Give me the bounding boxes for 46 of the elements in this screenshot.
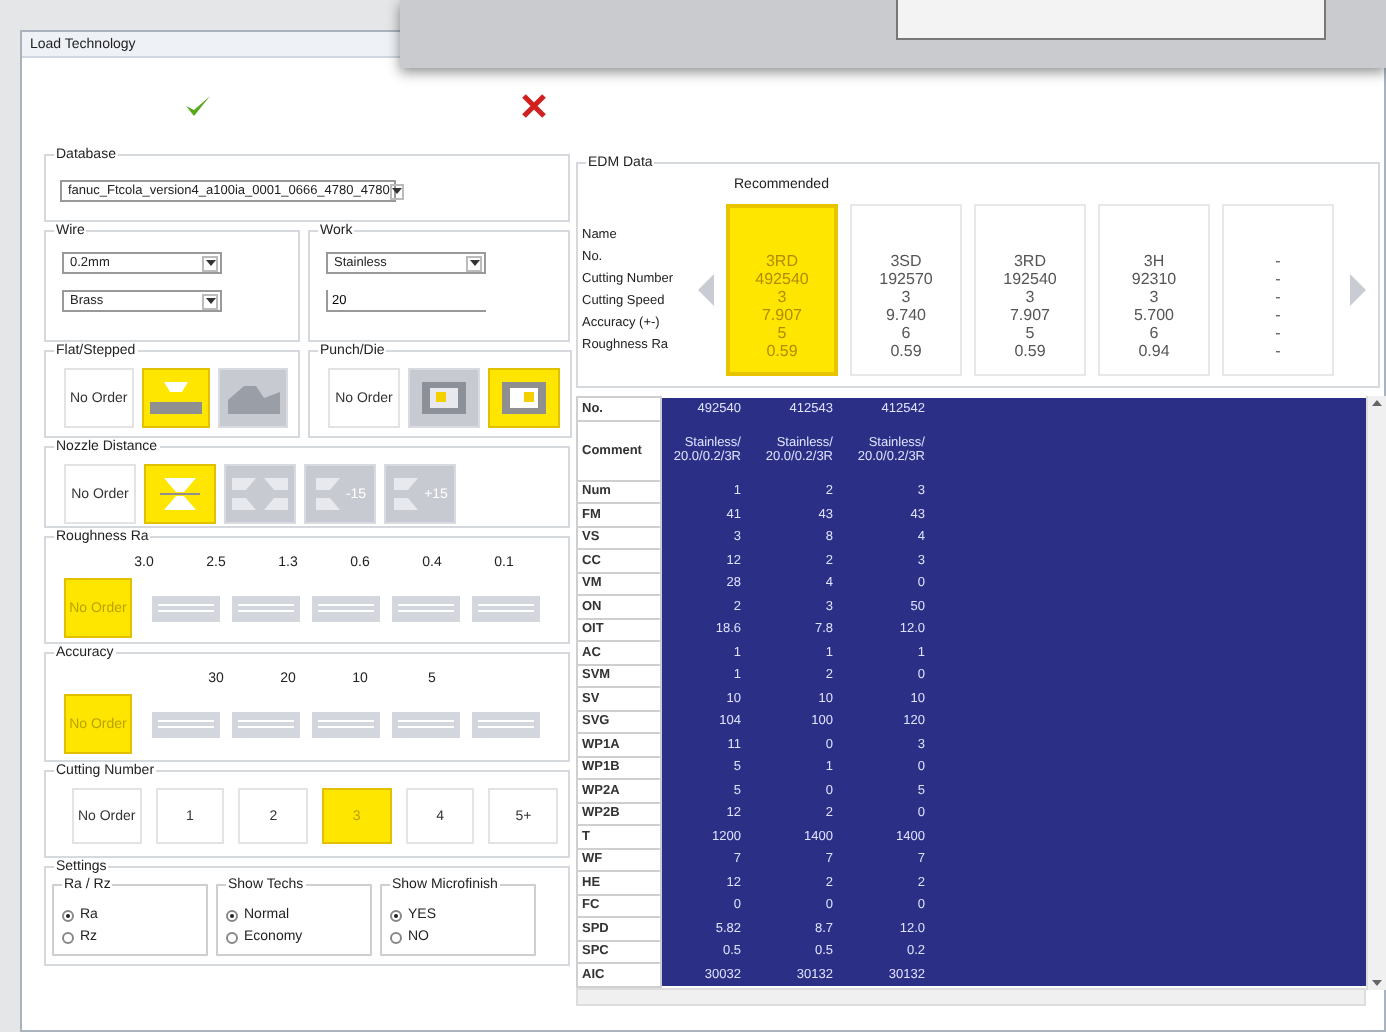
radio-icon[interactable] xyxy=(226,909,238,921)
technology-card[interactable]: 3RD 192540 3 7.907 5 0.59 xyxy=(974,204,1086,376)
nozzle-icon xyxy=(313,476,342,512)
range-segment-button[interactable] xyxy=(392,711,460,737)
stepped-icon xyxy=(227,380,280,416)
range-segment-button[interactable] xyxy=(472,595,540,621)
range-segment-button[interactable] xyxy=(232,711,300,737)
flat-button[interactable] xyxy=(141,368,211,428)
scroll-down-icon[interactable] xyxy=(1372,980,1382,986)
range-segment-button[interactable] xyxy=(472,711,540,737)
flat-icon xyxy=(150,380,202,416)
radio-icon[interactable] xyxy=(390,909,402,921)
radio-icon[interactable] xyxy=(62,931,74,943)
technology-card[interactable]: 3H 92310 3 5.700 6 0.94 xyxy=(1098,204,1210,376)
scroll-right-icon[interactable] xyxy=(1350,274,1366,306)
die-icon xyxy=(500,380,548,416)
radio-icon[interactable] xyxy=(62,909,74,921)
range-segment-button[interactable] xyxy=(392,595,460,621)
technology-card[interactable]: - - - - - - xyxy=(1222,204,1334,376)
check-icon[interactable] xyxy=(184,94,212,118)
range-segment-button[interactable] xyxy=(152,595,220,621)
dropdown-arrow-icon xyxy=(205,298,215,304)
range-segment-button[interactable] xyxy=(152,711,220,737)
nozzle-button[interactable] xyxy=(224,464,296,524)
punch-button[interactable] xyxy=(408,368,480,428)
dropdown-arrow-icon xyxy=(391,188,402,194)
range-segment-button[interactable] xyxy=(312,595,380,621)
technology-card[interactable]: 3SD 192570 3 9.740 6 0.59 xyxy=(850,204,962,376)
dropdown-arrow-icon xyxy=(469,260,479,266)
scroll-up-icon[interactable] xyxy=(1372,400,1382,406)
dropdown-arrow-icon xyxy=(205,260,215,266)
radio-icon[interactable] xyxy=(390,931,402,943)
scroll-left-icon[interactable] xyxy=(698,274,714,306)
nozzle-split-icon xyxy=(230,476,290,512)
punch-icon xyxy=(420,380,468,416)
vertical-scrollbar[interactable] xyxy=(1366,396,1386,990)
close-icon[interactable] xyxy=(522,94,546,118)
stepped-button[interactable] xyxy=(218,368,289,428)
nozzle-icon xyxy=(392,476,421,512)
horizontal-scrollbar[interactable] xyxy=(576,987,1366,1005)
nozzle-icon xyxy=(160,476,200,512)
range-segment-button[interactable] xyxy=(312,711,380,737)
radio-icon[interactable] xyxy=(226,931,238,943)
die-button[interactable] xyxy=(488,368,560,428)
nozzle-button[interactable] xyxy=(144,464,216,524)
range-segment-button[interactable] xyxy=(232,595,300,621)
